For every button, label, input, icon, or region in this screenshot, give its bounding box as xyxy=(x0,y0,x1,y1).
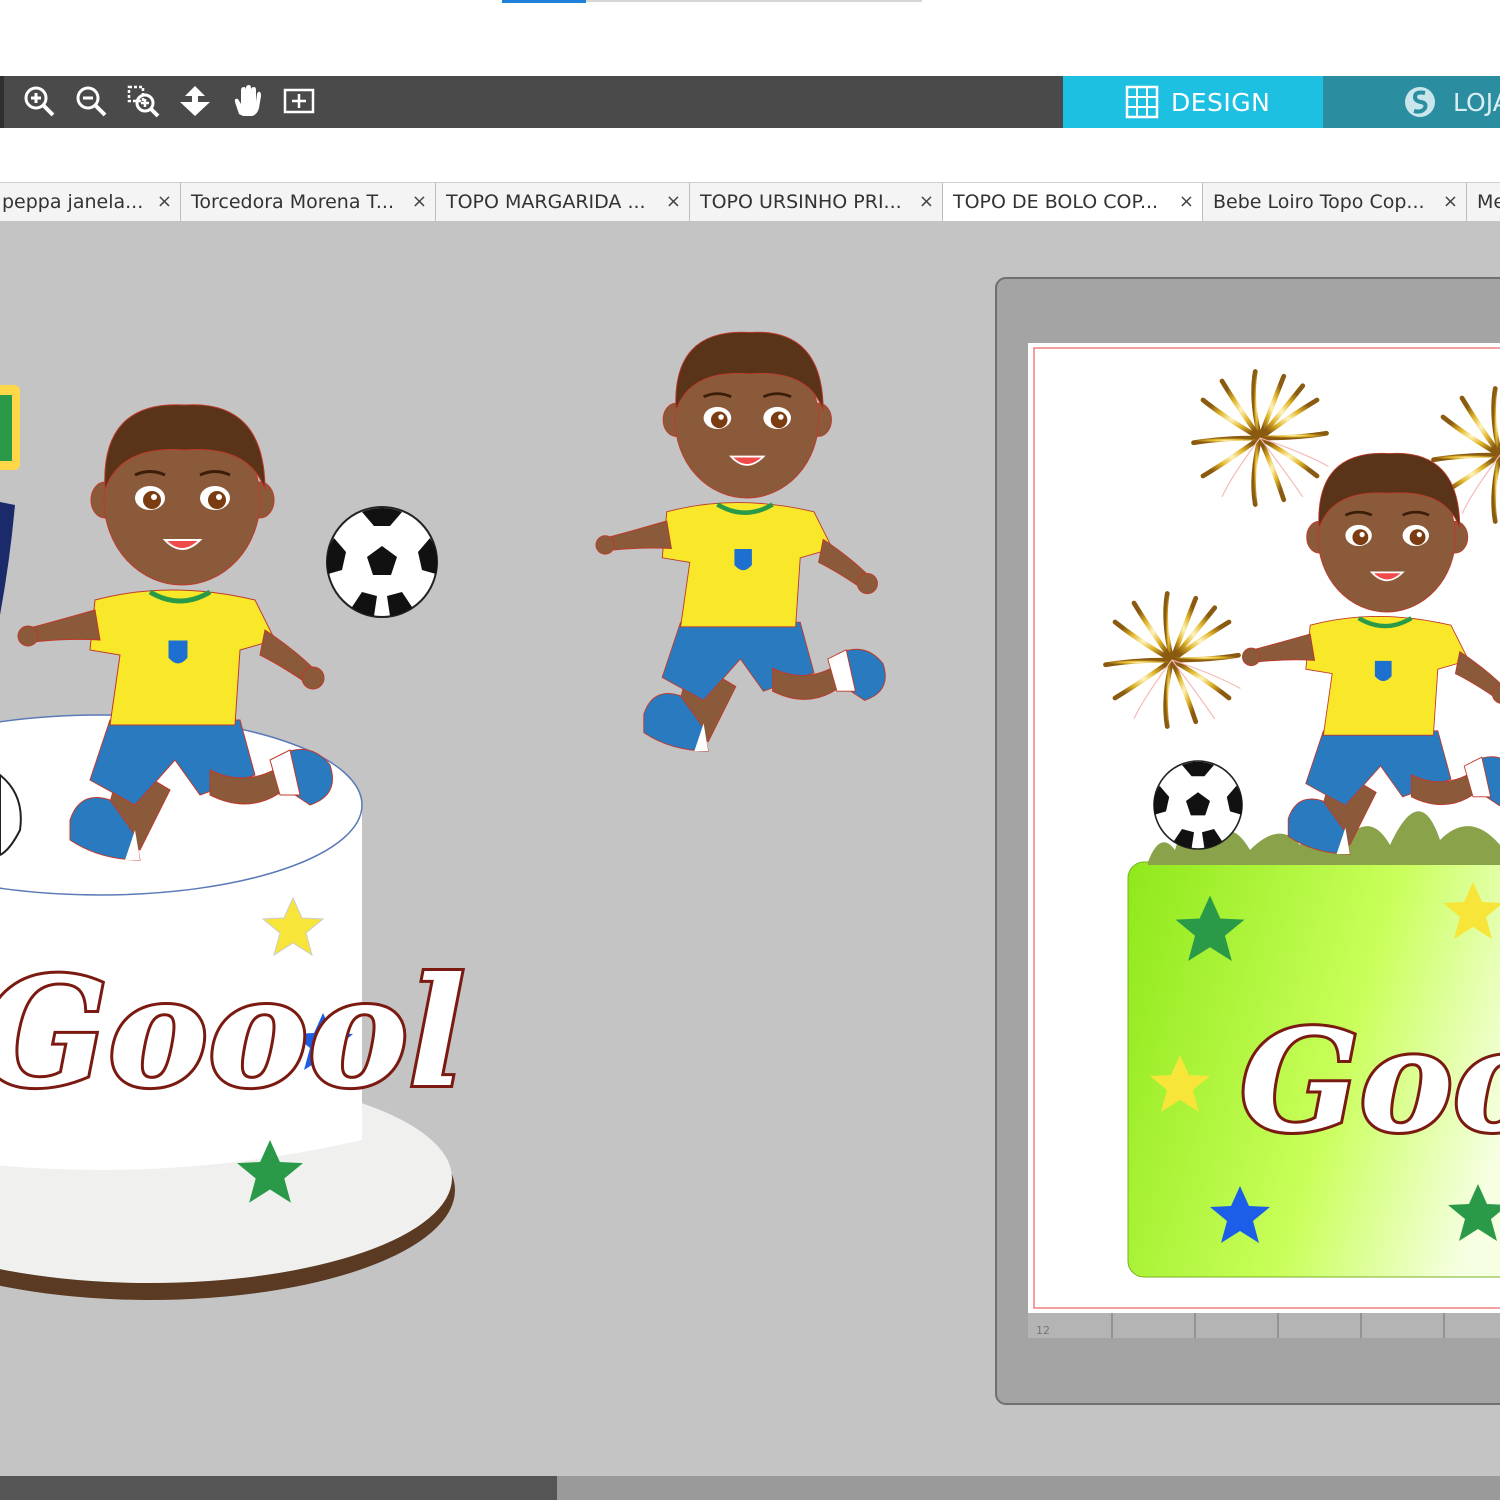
zoom-in-icon xyxy=(24,86,55,117)
tab-label: Bebe Loiro Topo Cop... xyxy=(1213,191,1425,213)
grid-icon xyxy=(1125,85,1159,119)
tab-topo-de-bolo-active[interactable]: TOPO DE BOLO COP... × xyxy=(943,183,1203,221)
design-canvas[interactable]: Goool 12 Go xyxy=(0,221,1500,1476)
tab-close-icon[interactable]: × xyxy=(666,191,681,212)
tab-label: peppa janela... xyxy=(2,191,144,213)
zoom-selection-button[interactable] xyxy=(118,76,166,128)
tab-topo-ursinho[interactable]: TOPO URSINHO PRI... × xyxy=(690,183,943,221)
design-tab-button[interactable]: DESIGN xyxy=(1063,76,1323,128)
cake-text[interactable]: Goool xyxy=(0,942,468,1124)
zoom-selection-icon xyxy=(127,85,160,118)
soccer-ball[interactable] xyxy=(325,506,439,618)
loading-track xyxy=(586,0,922,2)
tab-torcedora-morena[interactable]: Torcedora Morena T... × xyxy=(181,183,436,221)
tab-close-icon[interactable]: × xyxy=(1443,191,1458,212)
arrow-down-icon xyxy=(180,86,210,116)
zoom-toolbar: DESIGN LOJA xyxy=(0,76,1500,128)
zoom-in-button[interactable] xyxy=(14,76,62,128)
horizontal-scrollbar[interactable] xyxy=(0,1476,1500,1500)
tab-label: Me xyxy=(1477,191,1500,213)
tab-label: TOPO URSINHO PRI... xyxy=(700,191,902,213)
design-label: DESIGN xyxy=(1171,88,1271,117)
move-down-button[interactable] xyxy=(170,76,218,128)
toolbar-edge xyxy=(0,76,4,128)
top-strip xyxy=(0,0,1500,76)
fit-page-icon xyxy=(283,88,315,114)
tab-peppa-janela[interactable]: peppa janela... × xyxy=(0,183,181,221)
fit-to-page-button[interactable] xyxy=(274,76,322,128)
zoom-out-button[interactable] xyxy=(66,76,114,128)
silhouette-logo-icon xyxy=(1405,87,1435,117)
mat-ruler-number: 12 xyxy=(1036,1324,1050,1337)
scrollbar-thumb[interactable] xyxy=(0,1476,557,1500)
page-text[interactable]: Goool xyxy=(1237,997,1500,1167)
tab-close-icon[interactable]: × xyxy=(919,191,934,212)
document-tab-bar: peppa janela... × Torcedora Morena T... … xyxy=(0,182,1500,222)
tab-close-icon[interactable]: × xyxy=(412,191,427,212)
hand-icon xyxy=(234,85,261,116)
tab-topo-margarida[interactable]: TOPO MARGARIDA ... × xyxy=(436,183,690,221)
tab-label: Torcedora Morena T... xyxy=(191,191,395,213)
tab-overflow[interactable]: Me xyxy=(1467,183,1500,221)
pan-button[interactable] xyxy=(222,76,270,128)
zoom-out-icon xyxy=(76,86,107,117)
store-tab-button[interactable]: LOJA xyxy=(1323,76,1500,128)
canvas-artwork: Goool 12 Go xyxy=(0,221,1500,1476)
store-label: LOJA xyxy=(1453,88,1500,117)
tab-label: TOPO MARGARIDA ... xyxy=(446,191,646,213)
loading-indicator xyxy=(502,0,586,3)
tab-bebe-loiro[interactable]: Bebe Loiro Topo Cop... × xyxy=(1203,183,1467,221)
tab-close-icon[interactable]: × xyxy=(157,191,172,212)
tab-label: TOPO DE BOLO COP... xyxy=(953,191,1159,213)
tab-close-icon[interactable]: × xyxy=(1179,191,1194,212)
